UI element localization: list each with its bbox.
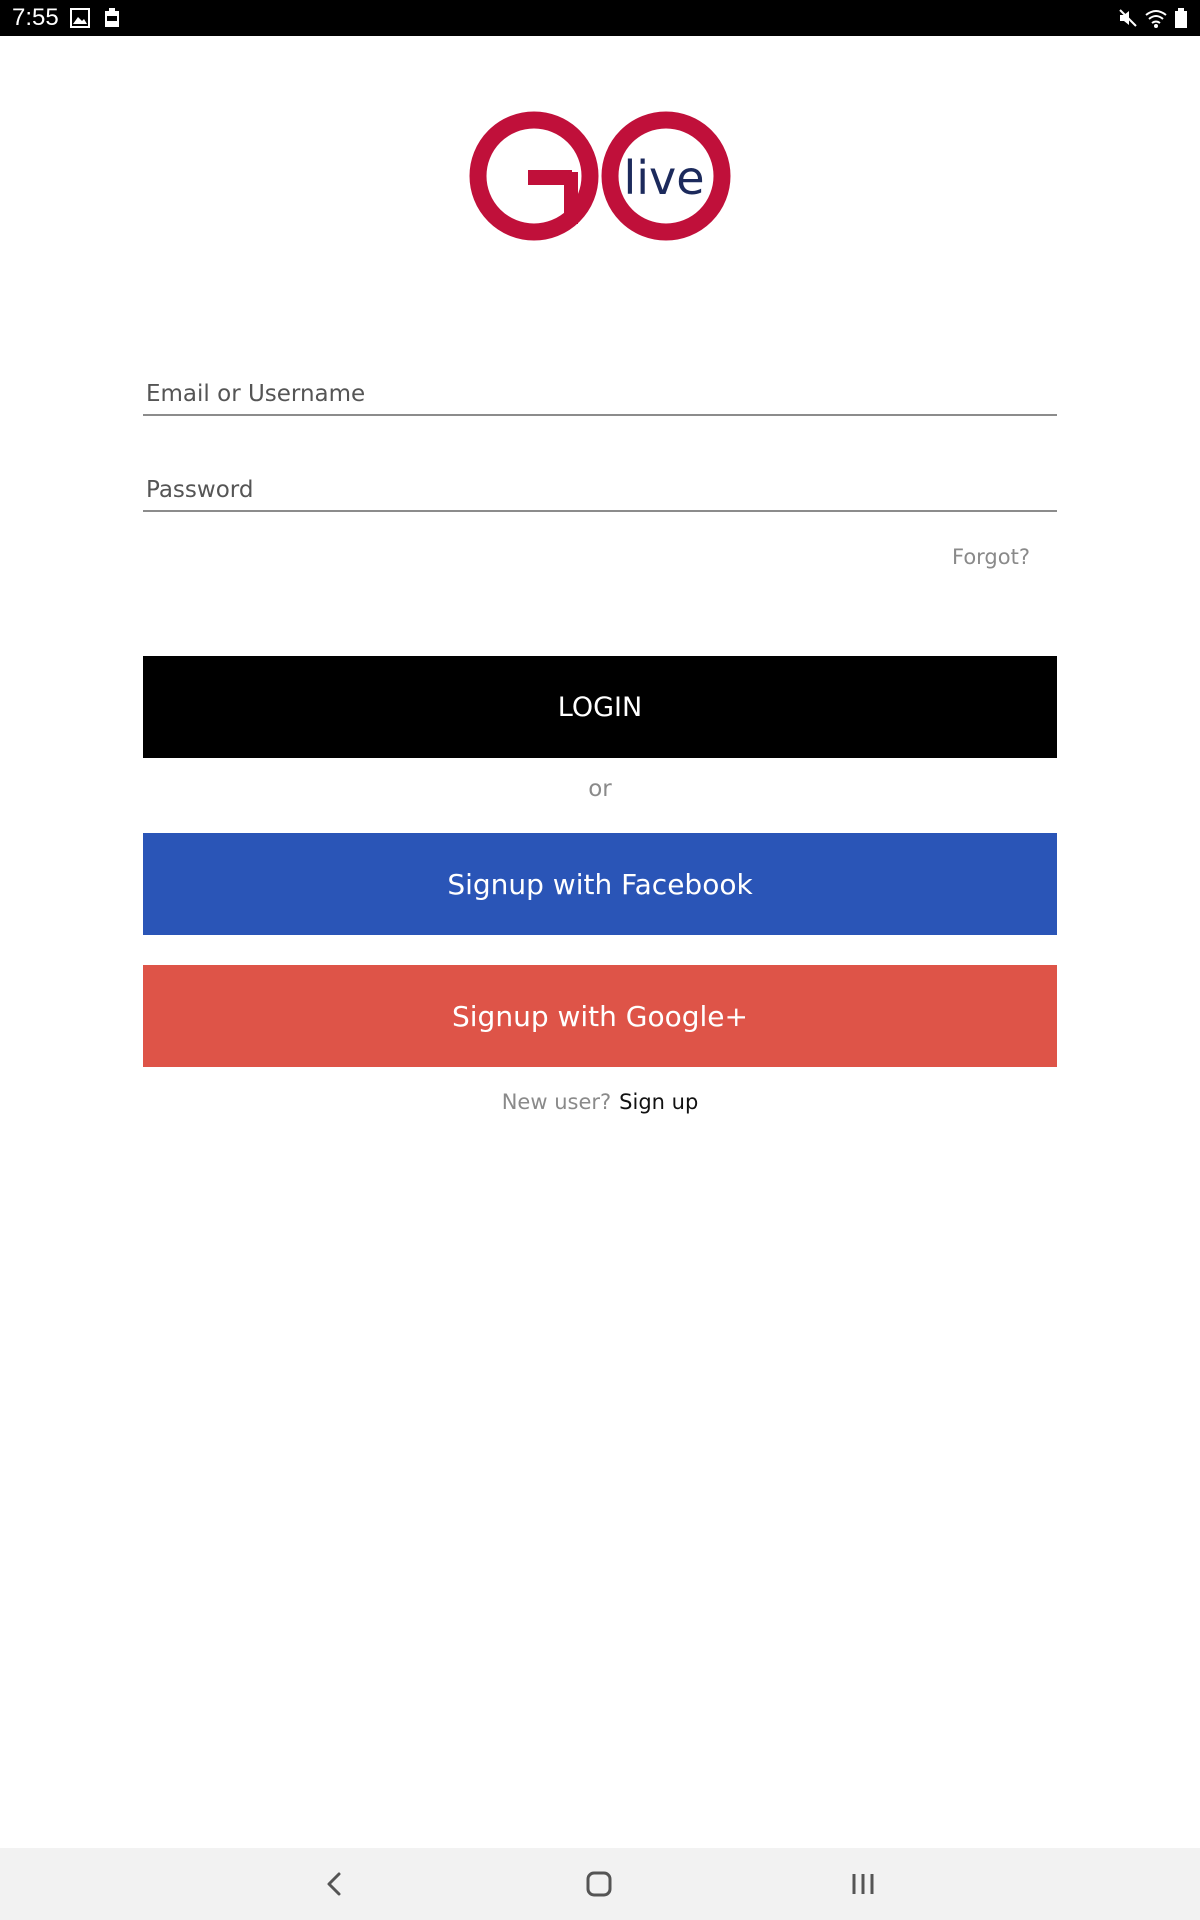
email-field-container: [143, 356, 1057, 416]
password-field-container: [143, 452, 1057, 512]
or-divider-text: or: [588, 776, 612, 802]
password-input[interactable]: [143, 452, 1057, 510]
signup-facebook-button[interactable]: Signup with Facebook: [143, 833, 1057, 935]
login-button[interactable]: LOGIN: [143, 656, 1057, 758]
golive-logo: live: [469, 111, 731, 241]
home-icon[interactable]: [577, 1862, 621, 1906]
email-input[interactable]: [143, 356, 1057, 414]
battery-saver-icon: [105, 8, 119, 27]
wifi-icon: [1145, 10, 1167, 28]
new-user-row: New user? Sign up: [0, 1090, 1200, 1114]
new-user-question: New user?: [501, 1090, 612, 1114]
back-icon[interactable]: [313, 1862, 357, 1906]
signup-google-button[interactable]: Signup with Google+: [143, 965, 1057, 1067]
status-bar: 7:55: [0, 0, 1200, 36]
battery-icon: [1175, 8, 1187, 28]
navigation-bar: [0, 1848, 1200, 1920]
forgot-password-link[interactable]: Forgot?: [930, 545, 1030, 569]
mute-icon: [1119, 9, 1137, 27]
svg-text:live: live: [623, 151, 704, 205]
image-icon: [70, 8, 90, 28]
sign-up-link[interactable]: Sign up: [619, 1090, 698, 1114]
status-time: 7:55: [12, 4, 59, 31]
recents-icon[interactable]: [841, 1862, 885, 1906]
